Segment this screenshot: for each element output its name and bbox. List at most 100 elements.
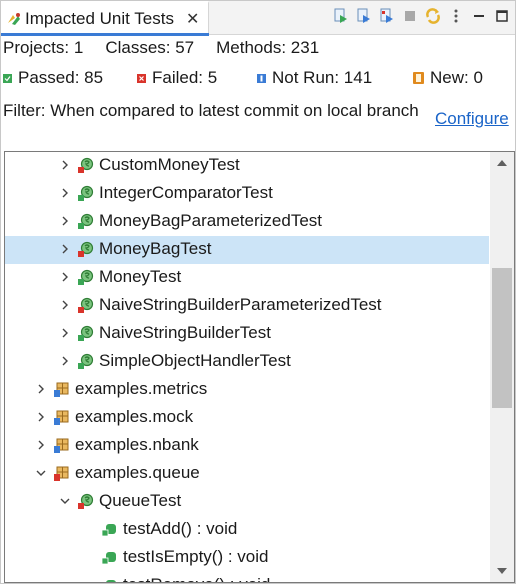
test-class-passed-icon xyxy=(78,185,94,201)
tree-row-label: testAdd() : void xyxy=(123,519,238,538)
not-run-count: Not Run: 141 xyxy=(272,68,373,87)
failed-count: Failed: 5 xyxy=(152,68,218,87)
chevron-down-icon[interactable] xyxy=(35,467,47,479)
scroll-down-arrow[interactable] xyxy=(490,560,514,582)
new-status: New: 0 xyxy=(413,68,483,88)
tree-row[interactable]: testAdd() : void xyxy=(5,516,489,544)
impacted-tests-view-icon xyxy=(8,13,20,25)
chevron-right-icon[interactable] xyxy=(59,243,71,255)
scroll-up-arrow[interactable] xyxy=(490,152,514,174)
chevron-right-icon[interactable] xyxy=(59,299,71,311)
methods-count: Methods: 231 xyxy=(216,38,320,57)
new-count: New: 0 xyxy=(430,68,483,87)
tree-row-label: MoneyBagTest xyxy=(99,239,212,258)
test-status-summary: Passed: 85 Failed: 5 Not Run: 141 New: 0 xyxy=(1,67,515,91)
chevron-right-icon[interactable] xyxy=(59,215,71,227)
maximize-icon[interactable] xyxy=(492,7,511,26)
impacted-unit-tests-view: Impacted Unit Tests ✕ Projects: 1 Classe… xyxy=(0,0,516,584)
failed-icon xyxy=(137,73,146,83)
view-menu-icon[interactable] xyxy=(446,7,465,26)
tree-row-label: NaiveStringBuilderParameterizedTest xyxy=(99,295,382,314)
tree-row-label: examples.metrics xyxy=(75,379,208,398)
chevron-right-icon[interactable] xyxy=(59,187,71,199)
test-class-failed-icon xyxy=(78,297,94,313)
minimize-icon[interactable] xyxy=(469,7,488,26)
tree-row-label: CustomMoneyTest xyxy=(99,155,240,174)
tree-row-label: examples.queue xyxy=(75,463,200,482)
passed-count: Passed: 85 xyxy=(18,68,104,87)
package-not-run-icon xyxy=(54,438,69,453)
chevron-down-icon[interactable] xyxy=(59,495,71,507)
impacted-tests-tree: CustomMoneyTest IntegerComparatorTest Mone… xyxy=(4,151,515,583)
filter-description: Filter: When compared to latest commit o… xyxy=(3,101,419,120)
not-run-status: Not Run: 141 xyxy=(257,68,372,88)
package-failed-icon xyxy=(54,466,69,481)
chevron-right-icon[interactable] xyxy=(35,383,47,395)
tab-title: Impacted Unit Tests xyxy=(25,9,174,28)
test-method-passed-icon xyxy=(106,580,116,582)
test-class-passed-icon xyxy=(78,269,94,285)
chevron-right-icon[interactable] xyxy=(59,355,71,367)
test-class-failed-icon xyxy=(78,157,94,173)
test-class-passed-icon xyxy=(78,325,94,341)
chevron-right-icon[interactable] xyxy=(59,159,71,171)
tree-row[interactable]: NaiveStringBuilderTest xyxy=(5,320,489,348)
tree-row[interactable]: MoneyBagTest xyxy=(5,236,489,264)
debug-impacted-tests-icon[interactable] xyxy=(354,7,373,26)
vertical-scrollbar[interactable] xyxy=(490,152,514,582)
tree-row[interactable]: IntegerComparatorTest xyxy=(5,180,489,208)
tree-row[interactable]: SimpleObjectHandlerTest xyxy=(5,348,489,376)
chevron-right-icon[interactable] xyxy=(35,411,47,423)
tree-row[interactable]: testRemove() : void xyxy=(5,572,489,582)
test-class-passed-icon xyxy=(78,213,94,229)
tree-row-label: MoneyTest xyxy=(99,267,182,286)
tree-row[interactable]: examples.mock xyxy=(5,404,489,432)
test-method-passed-icon xyxy=(101,552,116,565)
stop-icon[interactable] xyxy=(400,7,419,26)
test-class-passed-icon xyxy=(78,353,94,369)
test-method-passed-icon xyxy=(101,524,116,537)
tree-row[interactable]: MoneyTest xyxy=(5,264,489,292)
tree-row[interactable]: NaiveStringBuilderParameterizedTest xyxy=(5,292,489,320)
passed-status: Passed: 85 xyxy=(3,68,103,88)
chevron-right-icon[interactable] xyxy=(59,271,71,283)
tree-row[interactable]: CustomMoneyTest xyxy=(5,152,489,180)
summary-counts: Projects: 1 Classes: 57 Methods: 231 xyxy=(3,38,341,58)
chevron-right-icon[interactable] xyxy=(59,327,71,339)
tree-row[interactable]: examples.nbank xyxy=(5,432,489,460)
view-title-bar: Impacted Unit Tests ✕ xyxy=(1,1,515,36)
tree-row-label: NaiveStringBuilderTest xyxy=(99,323,271,342)
scrollbar-thumb[interactable] xyxy=(492,268,512,408)
tree-row-label: examples.nbank xyxy=(75,435,199,454)
passed-icon xyxy=(3,73,12,83)
run-failed-tests-icon[interactable] xyxy=(377,7,396,26)
package-not-run-icon xyxy=(54,382,69,397)
tree-row[interactable]: examples.metrics xyxy=(5,376,489,404)
tree-row-label: testRemove() : void xyxy=(123,575,270,582)
tree-row-label: examples.mock xyxy=(75,407,194,426)
tree-row-label: testIsEmpty() : void xyxy=(123,547,269,566)
classes-count: Classes: 57 xyxy=(105,38,195,57)
tree-row[interactable]: testIsEmpty() : void xyxy=(5,544,489,572)
new-icon xyxy=(413,72,424,84)
tab-impacted-unit-tests[interactable]: Impacted Unit Tests ✕ xyxy=(1,1,209,36)
view-toolbar xyxy=(331,5,511,27)
tree-row-label: QueueTest xyxy=(99,491,182,510)
projects-count: Projects: 1 xyxy=(3,38,84,57)
configure-link[interactable]: Configure xyxy=(435,109,509,129)
refresh-icon[interactable] xyxy=(423,7,442,26)
tree-row-label: MoneyBagParameterizedTest xyxy=(99,211,323,230)
not-run-icon xyxy=(257,73,266,83)
tree-row[interactable]: QueueTest xyxy=(5,488,489,516)
run-impacted-tests-icon[interactable] xyxy=(331,7,350,26)
active-tab-indicator xyxy=(1,33,209,36)
package-not-run-icon xyxy=(54,410,69,425)
tree-row-label: IntegerComparatorTest xyxy=(99,183,273,202)
test-class-failed-icon xyxy=(78,493,94,509)
test-class-failed-icon xyxy=(78,241,94,257)
tree-row[interactable]: examples.queue xyxy=(5,460,489,488)
chevron-right-icon[interactable] xyxy=(35,439,47,451)
failed-status: Failed: 5 xyxy=(137,68,217,88)
close-icon[interactable]: ✕ xyxy=(186,9,199,29)
tree-row[interactable]: MoneyBagParameterizedTest xyxy=(5,208,489,236)
